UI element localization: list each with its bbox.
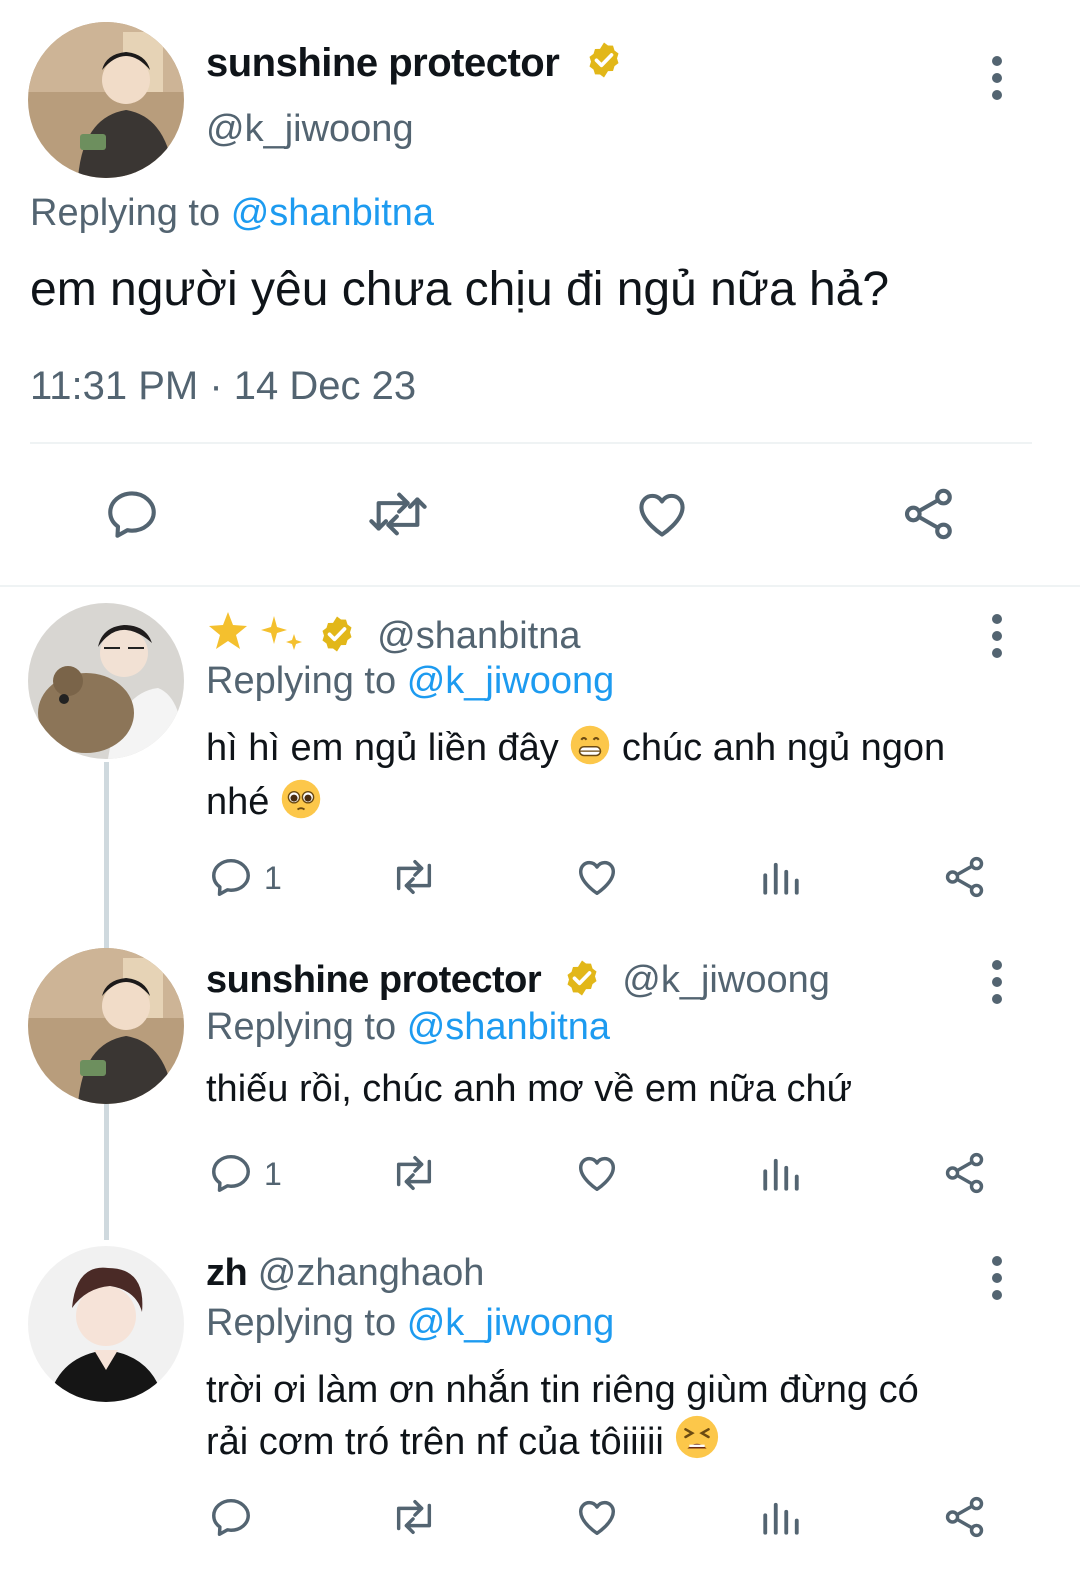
avatar[interactable] [28, 22, 184, 178]
replying-to: Replying to @k_jiwoong [206, 1302, 614, 1345]
reply-text-line: rải cơm tró trên nf của tôiiiii [206, 1421, 664, 1463]
reply-text-part: nhé [206, 781, 270, 823]
section-divider [0, 585, 1080, 587]
tired-face-emoji-icon [674, 1414, 720, 1472]
heart-icon[interactable] [633, 485, 691, 543]
avatar-image [28, 22, 184, 178]
replying-to: Replying to @k_jiwoong [206, 660, 614, 703]
author-handle[interactable]: @k_jiwoong [206, 108, 414, 151]
reply-icon[interactable] [208, 1494, 254, 1540]
tweet-text: em người yêu chưa chịu đi ngủ nữa hả? [30, 263, 890, 316]
divider [30, 442, 1032, 444]
heart-icon[interactable] [574, 1494, 620, 1540]
author-name-text: sunshine protector [206, 41, 560, 85]
replying-mention[interactable]: @shanbitna [407, 1006, 610, 1048]
reply-icon[interactable] [208, 1150, 254, 1196]
grin-emoji-icon [569, 724, 611, 778]
reply-author-name[interactable]: sunshine protector [206, 959, 542, 1001]
reply-text-part: chúc anh ngủ ngon [621, 727, 946, 769]
replying-mention[interactable]: @k_jiwoong [407, 660, 615, 702]
more-vertical-icon[interactable] [990, 960, 1004, 1011]
reply-header: zh @zhanghaoh [206, 1252, 484, 1295]
reply-handle[interactable]: @shanbitna [377, 615, 580, 657]
avatar-image [28, 1246, 184, 1402]
heart-icon[interactable] [574, 854, 620, 900]
retweet-icon[interactable] [388, 854, 440, 900]
more-vertical-icon[interactable] [990, 1256, 1004, 1307]
replying-prefix: Replying to [206, 1006, 397, 1048]
reply-text-part: hì hì em ngủ liền đây [206, 727, 559, 769]
reply-author-name[interactable]: zh [206, 1252, 248, 1294]
reply-icon[interactable] [103, 485, 161, 543]
reply-header: @shanbitna [206, 610, 581, 664]
replying-prefix: Replying to [206, 1302, 397, 1344]
share-icon[interactable] [942, 1494, 988, 1540]
verified-badge-icon [567, 960, 597, 996]
verified-badge-icon [322, 616, 352, 652]
share-icon[interactable] [942, 854, 988, 900]
reply-header: sunshine protector @k_jiwoong [206, 958, 830, 1002]
replying-to: Replying to @shanbitna [206, 1006, 610, 1049]
star-emoji-icon [206, 610, 306, 664]
share-icon[interactable] [942, 1150, 988, 1196]
pleading-emoji-icon [280, 778, 322, 832]
retweet-icon[interactable] [388, 1150, 440, 1196]
reply-text: hì hì em ngủ liền đây chúc anh ngủ ngon … [206, 724, 1026, 832]
reply-handle[interactable]: @zhanghaoh [258, 1252, 485, 1294]
avatar[interactable] [28, 948, 184, 1104]
views-icon[interactable] [760, 1152, 802, 1194]
reply-count: 1 [264, 860, 282, 896]
replying-prefix: Replying to [206, 660, 397, 702]
replying-mention[interactable]: @shanbitna [231, 192, 434, 234]
heart-icon[interactable] [574, 1150, 620, 1196]
reply-text: thiếu rồi, chúc anh mơ về em nữa chứ [206, 1068, 853, 1110]
retweet-icon[interactable] [366, 485, 430, 543]
avatar[interactable] [28, 1246, 184, 1402]
replying-prefix: Replying to [30, 192, 221, 234]
replying-to: Replying to @shanbitna [30, 192, 434, 235]
author-name[interactable]: sunshine protector [206, 40, 624, 86]
views-icon[interactable] [760, 1496, 802, 1538]
reply-text: trời ơi làm ơn nhắn tin riêng giùm đừng … [206, 1366, 1026, 1472]
more-vertical-icon[interactable] [990, 614, 1004, 665]
reply-count: 1 [264, 1156, 282, 1192]
avatar[interactable] [28, 603, 184, 759]
avatar-image [28, 603, 184, 759]
tweet-timestamp[interactable]: 11:31 PM · 14 Dec 23 [30, 364, 416, 409]
retweet-icon[interactable] [388, 1494, 440, 1540]
avatar-image [28, 948, 184, 1104]
views-icon[interactable] [760, 856, 802, 898]
replying-mention[interactable]: @k_jiwoong [407, 1302, 615, 1344]
reply-text-line: trời ơi làm ơn nhắn tin riêng giùm đừng … [206, 1369, 919, 1411]
reply-handle[interactable]: @k_jiwoong [622, 959, 830, 1001]
more-vertical-icon[interactable] [990, 56, 1004, 107]
reply-icon[interactable] [208, 854, 254, 900]
verified-badge-icon [589, 42, 619, 78]
share-icon[interactable] [898, 485, 960, 543]
